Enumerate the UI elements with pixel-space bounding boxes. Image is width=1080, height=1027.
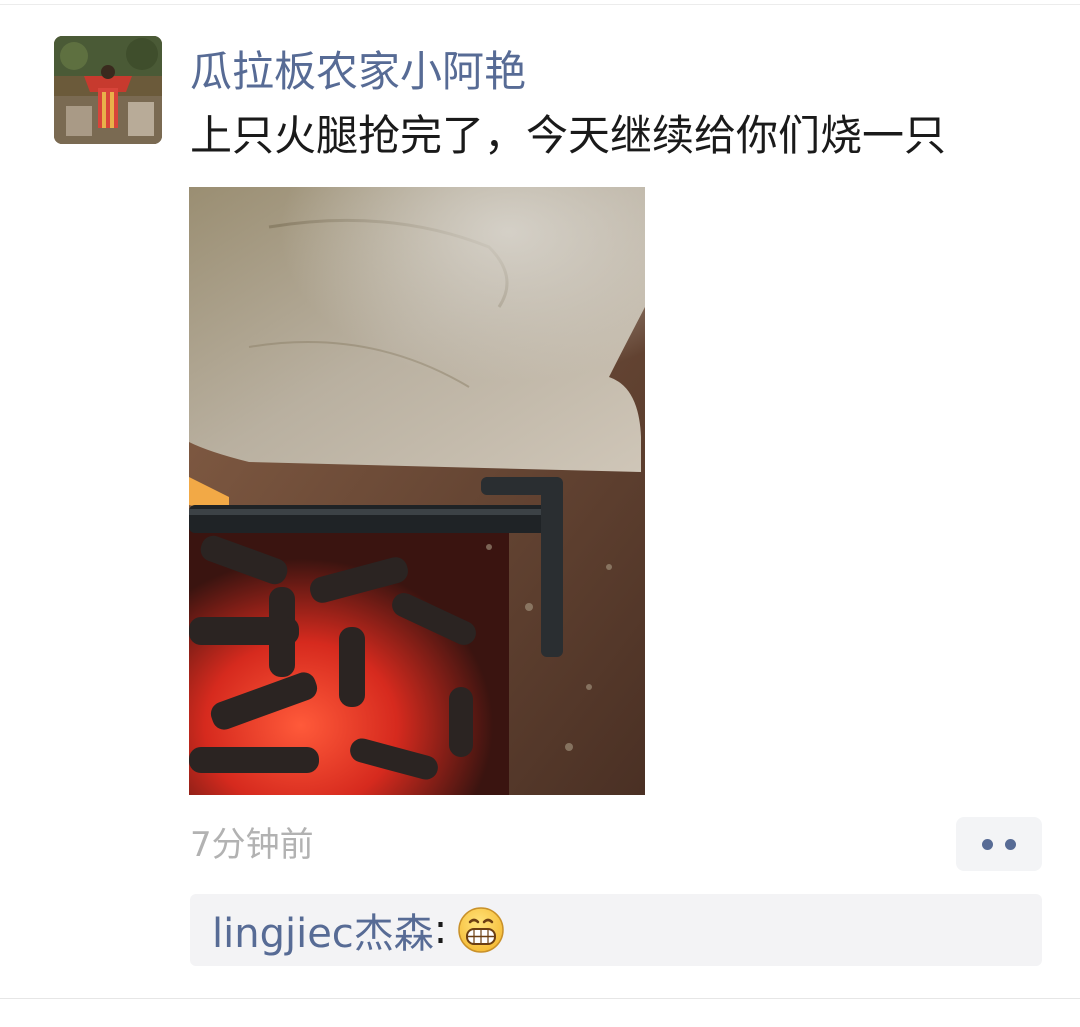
avatar-image xyxy=(54,36,162,144)
bottom-divider xyxy=(0,998,1080,999)
more-dots-icon xyxy=(982,838,993,850)
more-dots-icon xyxy=(1005,838,1016,850)
author-name[interactable]: 瓜拉板农家小阿艳 xyxy=(190,42,526,102)
more-actions-button[interactable] xyxy=(956,817,1042,871)
ham-roasting-image xyxy=(189,187,645,795)
moments-post: 瓜拉板农家小阿艳 上只火腿抢完了，今天继续给你们烧一只 7分钟前 lingjie… xyxy=(0,0,1080,1027)
post-timestamp: 7分钟前 xyxy=(190,825,314,865)
comment-separator: : xyxy=(433,907,448,953)
post-text: 上只火腿抢完了，今天继续给你们烧一只 xyxy=(190,111,947,160)
post-photo[interactable] xyxy=(189,187,645,795)
grinning-face-emoji-icon xyxy=(457,906,505,954)
author-avatar[interactable] xyxy=(54,36,162,144)
comment-author[interactable]: lingjiec杰森 xyxy=(212,901,434,959)
comment-section: lingjiec杰森 : xyxy=(190,894,1042,966)
